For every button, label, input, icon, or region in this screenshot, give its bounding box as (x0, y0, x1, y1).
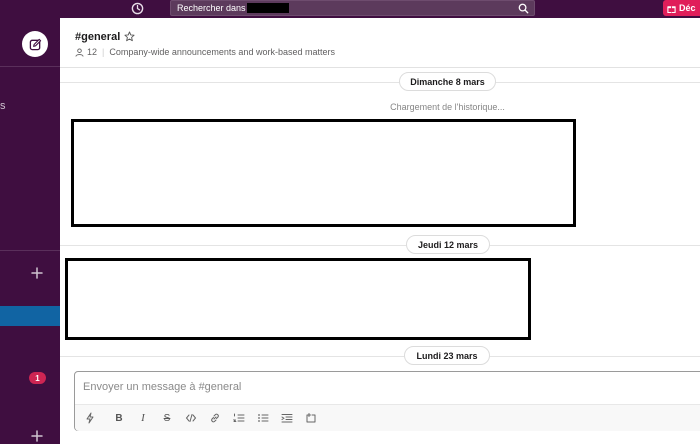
top-bar: Rechercher dans Déc (0, 0, 700, 18)
code-icon (185, 414, 197, 422)
redacted-message (71, 119, 576, 227)
shortcuts-button[interactable] (83, 411, 97, 425)
code-block-icon (306, 413, 316, 423)
gift-icon (667, 5, 676, 13)
history-button[interactable] (129, 0, 145, 16)
sidebar-divider (0, 66, 60, 67)
bold-button[interactable]: B (112, 411, 126, 425)
bullet-list-icon (258, 414, 269, 422)
star-icon[interactable] (124, 31, 135, 42)
loading-history: Chargement de l'historique... (390, 102, 505, 112)
member-count[interactable]: 12 (87, 47, 97, 57)
italic-icon: I (141, 412, 145, 424)
formatting-toolbar: B I S (75, 404, 700, 431)
meta-separator: | (102, 47, 105, 57)
bold-icon: B (115, 412, 123, 424)
sidebar-divider (0, 250, 60, 251)
italic-button[interactable]: I (136, 411, 150, 425)
add-channel-icon[interactable] (31, 267, 43, 279)
day-divider-line (60, 82, 700, 83)
link-icon (211, 413, 219, 423)
message-composer: B I S (74, 371, 700, 431)
redacted-message (65, 258, 531, 340)
search-icon (518, 3, 529, 14)
unread-badge: 1 (29, 372, 46, 384)
sidebar-partial-label: s (0, 100, 6, 112)
message-input[interactable] (83, 380, 643, 394)
compose-button[interactable] (22, 31, 48, 57)
channel-header: #general 12 | Company-wide announcements… (60, 18, 700, 68)
channel-name[interactable]: #general (75, 31, 120, 43)
upgrade-button[interactable]: Déc (663, 0, 700, 16)
add-item-icon[interactable] (31, 430, 43, 442)
day-divider-monday[interactable]: Lundi 23 mars (404, 346, 490, 365)
ordered-list-icon (233, 413, 245, 422)
day-divider-line (60, 356, 700, 357)
day-divider-line (60, 245, 700, 246)
link-button[interactable] (208, 411, 222, 425)
search-bar[interactable]: Rechercher dans (170, 0, 535, 16)
sidebar-item-active[interactable] (0, 306, 60, 326)
redacted-workspace-name (247, 3, 289, 13)
message-list[interactable]: Dimanche 8 mars Chargement de l'historiq… (60, 69, 700, 369)
compose-icon (29, 38, 41, 50)
strikethrough-button[interactable]: S (160, 411, 174, 425)
day-divider-thursday[interactable]: Jeudi 12 mars (406, 235, 490, 254)
channel-meta: 12 | Company-wide announcements and work… (75, 47, 335, 57)
clock-icon (131, 2, 143, 14)
member-icon[interactable] (75, 47, 84, 57)
sidebar: s 1 (0, 18, 60, 444)
bullet-list-button[interactable] (256, 411, 270, 425)
upgrade-label: Déc (679, 3, 696, 13)
strikethrough-icon: S (163, 412, 171, 424)
code-block-button[interactable] (304, 411, 318, 425)
lightning-icon (86, 412, 94, 424)
search-label: Rechercher dans (177, 3, 246, 13)
channel-description: Company-wide announcements and work-base… (109, 47, 335, 57)
indent-button[interactable] (280, 411, 294, 425)
indent-icon (281, 414, 293, 423)
ordered-list-button[interactable] (232, 411, 246, 425)
day-divider-sunday[interactable]: Dimanche 8 mars (399, 72, 496, 91)
code-button[interactable] (184, 411, 198, 425)
